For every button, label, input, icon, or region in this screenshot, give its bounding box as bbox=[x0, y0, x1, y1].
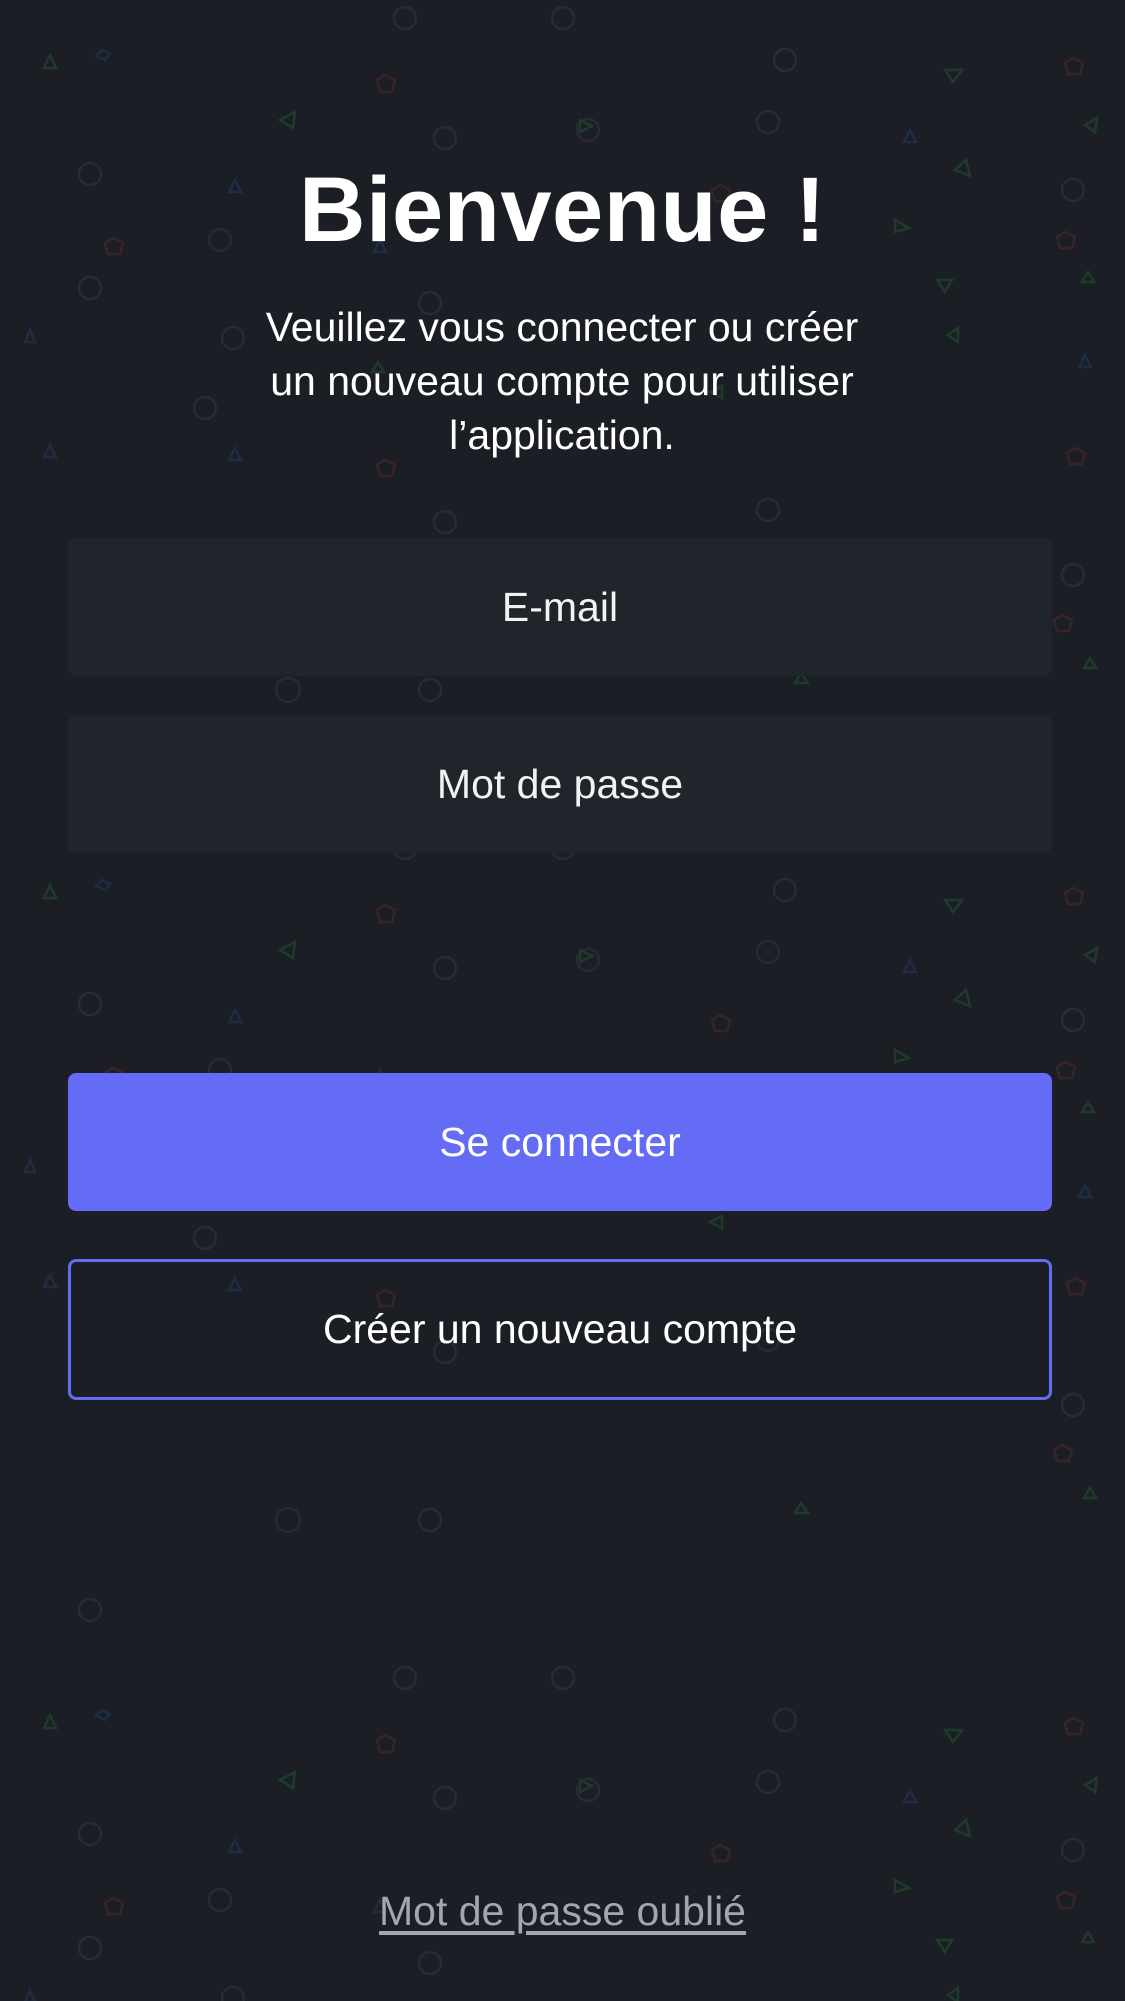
password-field[interactable] bbox=[68, 715, 1052, 853]
email-field[interactable] bbox=[68, 538, 1052, 676]
page-subtitle: Veuillez vous connecter ou créer un nouv… bbox=[265, 304, 859, 458]
login-button-label: Se connecter bbox=[439, 1118, 681, 1165]
login-screen: Bienvenue ! Veuillez vous connecter ou c… bbox=[0, 0, 1125, 2001]
forgot-password-link[interactable]: Mot de passe oublié bbox=[0, 1888, 1125, 1935]
create-account-button-label: Créer un nouveau compte bbox=[322, 1306, 798, 1352]
login-button[interactable]: Se connecter bbox=[68, 1073, 1052, 1211]
page-title: Bienvenue ! bbox=[299, 159, 826, 261]
create-account-button[interactable]: Créer un nouveau compte bbox=[68, 1259, 1052, 1400]
